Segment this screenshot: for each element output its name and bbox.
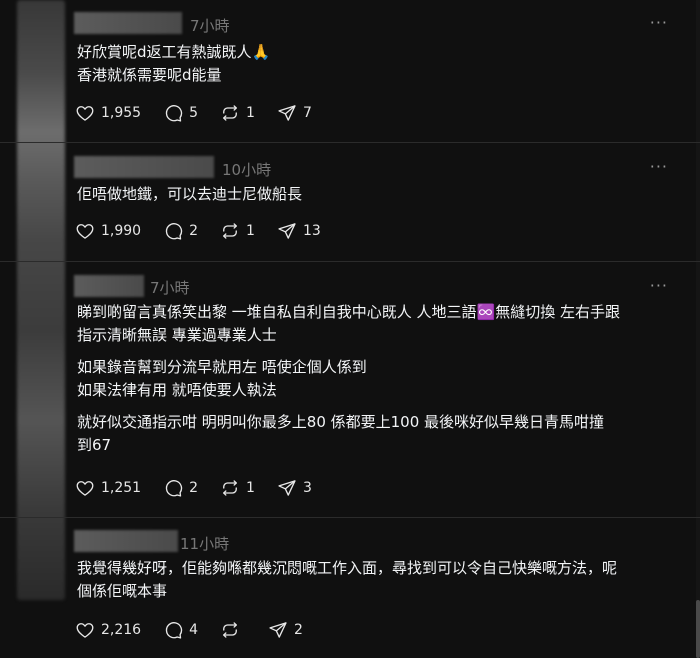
comment-bubble-icon — [165, 223, 183, 240]
repost-button[interactable]: 1 — [220, 478, 255, 498]
send-icon — [269, 622, 287, 638]
timestamp: 7小時 — [190, 17, 230, 35]
comment-button[interactable]: 2 — [163, 221, 198, 241]
paragraph: 睇到啲留言真係笑出黎 一堆自私自利自我中心既人 人地三語♾️無縫切換 左右手跟 … — [77, 301, 680, 347]
paragraph: 就好似交通指示咁 明明叫你最多上80 係都要上100 最後咪好似早幾日青馬咁撞 … — [77, 411, 680, 457]
share-button[interactable]: 13 — [277, 221, 321, 241]
text-line: 如果法律有用 就唔使要人執法 — [77, 381, 277, 399]
comment-count: 4 — [189, 622, 199, 638]
username-blurred[interactable] — [74, 12, 182, 34]
heart-icon — [76, 481, 94, 496]
text-line: 指示清晰無誤 專業過專業人士 — [77, 326, 277, 344]
heart-icon — [76, 224, 94, 239]
timestamp: 11小時 — [180, 535, 230, 553]
like-count: 1,990 — [101, 223, 142, 239]
text-line: 就好似交通指示咁 明明叫你最多上80 係都要上100 最後咪好似早幾日青馬咁撞 — [77, 413, 605, 431]
username-blurred[interactable] — [74, 156, 214, 178]
comment-count: 2 — [189, 480, 199, 496]
repost-button[interactable]: 1 — [220, 103, 255, 123]
timestamp: 7小時 — [150, 279, 190, 297]
repost-icon — [223, 223, 237, 239]
like-count: 2,216 — [101, 622, 142, 638]
repost-count: 1 — [246, 105, 255, 121]
action-bar: 1,251 2 1 3 — [75, 476, 334, 500]
repost-button[interactable]: 1 — [220, 221, 255, 241]
repost-count: 1 — [246, 223, 255, 239]
more-dots-icon[interactable]: ··· — [650, 13, 668, 32]
comment-bubble-icon — [165, 622, 183, 639]
like-count: 1,251 — [101, 480, 142, 496]
send-icon — [278, 480, 296, 496]
comment-bubble-icon — [165, 480, 183, 497]
post: 10小時 ··· 佢唔做地鐵，可以去迪士尼做船長 1,990 2 1 13 — [0, 143, 700, 262]
comment-count: 2 — [189, 223, 199, 239]
heart-icon — [76, 623, 94, 638]
repost-icon — [223, 105, 237, 121]
like-button[interactable]: 1,955 — [75, 103, 141, 123]
share-button[interactable]: 7 — [277, 103, 312, 123]
comment-button[interactable]: 2 — [163, 478, 198, 498]
share-button[interactable]: 2 — [268, 620, 303, 640]
repost-icon — [223, 480, 237, 496]
username-blurred[interactable] — [74, 530, 178, 552]
text-line: 我覺得幾好呀，佢能夠喺都幾沉悶嘅工作入面，尋找到可以令自己快樂嘅方法，呢 — [77, 559, 618, 577]
text-line: 香港就係需要呢d能量 — [77, 66, 222, 84]
send-icon — [278, 105, 296, 121]
share-count: 2 — [294, 622, 303, 638]
comment-button[interactable]: 4 — [163, 620, 198, 640]
username-blurred[interactable] — [74, 275, 144, 297]
more-dots-icon[interactable]: ··· — [650, 157, 668, 176]
send-icon — [278, 223, 296, 239]
action-bar: 1,990 2 1 13 — [75, 219, 343, 243]
text-line: 佢唔做地鐵，可以去迪士尼做船長 — [77, 185, 303, 203]
repost-button[interactable] — [220, 620, 246, 640]
more-dots-icon[interactable]: ··· — [650, 276, 668, 295]
share-count: 7 — [302, 105, 312, 121]
action-bar: 2,216 4 2 — [75, 618, 325, 642]
like-button[interactable]: 2,216 — [75, 620, 141, 640]
post: 7小時 ··· 睇到啲留言真係笑出黎 一堆自私自利自我中心既人 人地三語♾️無縫… — [0, 262, 700, 518]
comment-count: 5 — [189, 105, 199, 121]
share-button[interactable]: 3 — [277, 478, 312, 498]
share-count: 13 — [302, 223, 321, 239]
post: 7小時 ··· 好欣賞呢d返工有熱誠既人🙏 香港就係需要呢d能量 1,955 5… — [0, 0, 700, 143]
action-bar: 1,955 5 1 7 — [75, 101, 334, 125]
post: 11小時 我覺得幾好呀，佢能夠喺都幾沉悶嘅工作入面，尋找到可以令自己快樂嘅方法，… — [0, 518, 700, 658]
post-text: 好欣賞呢d返工有熱誠既人🙏 香港就係需要呢d能量 — [77, 41, 680, 87]
comment-bubble-icon — [165, 105, 183, 122]
post-text: 睇到啲留言真係笑出黎 一堆自私自利自我中心既人 人地三語♾️無縫切換 左右手跟 … — [77, 301, 680, 466]
post-text: 佢唔做地鐵，可以去迪士尼做船長 — [77, 183, 680, 206]
text-line: 好欣賞呢d返工有熱誠既人🙏 — [77, 43, 271, 61]
repost-count: 1 — [246, 480, 255, 496]
paragraph: 如果錄音幫到分流早就用左 唔使企個人係到 如果法律有用 就唔使要人執法 — [77, 356, 680, 402]
text-line: 如果錄音幫到分流早就用左 唔使企個人係到 — [77, 358, 367, 376]
repost-icon — [223, 622, 237, 638]
text-line: 個係佢嘅本事 — [77, 582, 168, 600]
text-line: 睇到啲留言真係笑出黎 一堆自私自利自我中心既人 人地三語♾️無縫切換 左右手跟 — [77, 303, 620, 321]
text-line: 到67 — [77, 436, 112, 454]
share-count: 3 — [302, 480, 312, 496]
heart-icon — [76, 106, 94, 121]
like-count: 1,955 — [101, 105, 142, 121]
comment-button[interactable]: 5 — [163, 103, 198, 123]
like-button[interactable]: 1,990 — [75, 221, 141, 241]
like-button[interactable]: 1,251 — [75, 478, 141, 498]
timestamp: 10小時 — [222, 161, 272, 179]
post-text: 我覺得幾好呀，佢能夠喺都幾沉悶嘅工作入面，尋找到可以令自己快樂嘅方法，呢 個係佢… — [77, 557, 680, 603]
